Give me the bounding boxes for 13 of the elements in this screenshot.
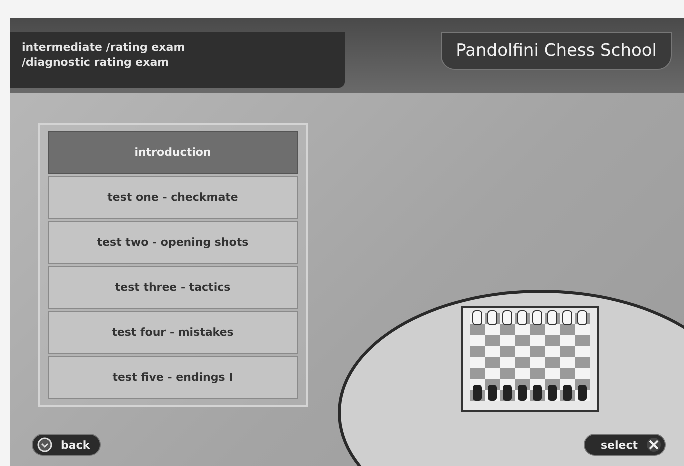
- cross-icon: [646, 437, 662, 453]
- menu-item[interactable]: test five - endings I: [48, 356, 298, 399]
- back-button[interactable]: back: [32, 434, 102, 456]
- breadcrumb-text: /diagnostic rating exam: [22, 56, 170, 69]
- menu-item[interactable]: introduction: [48, 131, 298, 174]
- app-title: Pandolfini Chess School: [441, 32, 672, 70]
- menu-item[interactable]: test four - mistakes: [48, 311, 298, 354]
- menu-item[interactable]: test one - checkmate: [48, 176, 298, 219]
- select-button[interactable]: select: [584, 434, 666, 456]
- circle-icon: [37, 437, 53, 453]
- menu-item[interactable]: test three - tactics: [48, 266, 298, 309]
- menu-item[interactable]: test two - opening shots: [48, 221, 298, 264]
- breadcrumb-text: intermediate /rating exam: [22, 41, 186, 54]
